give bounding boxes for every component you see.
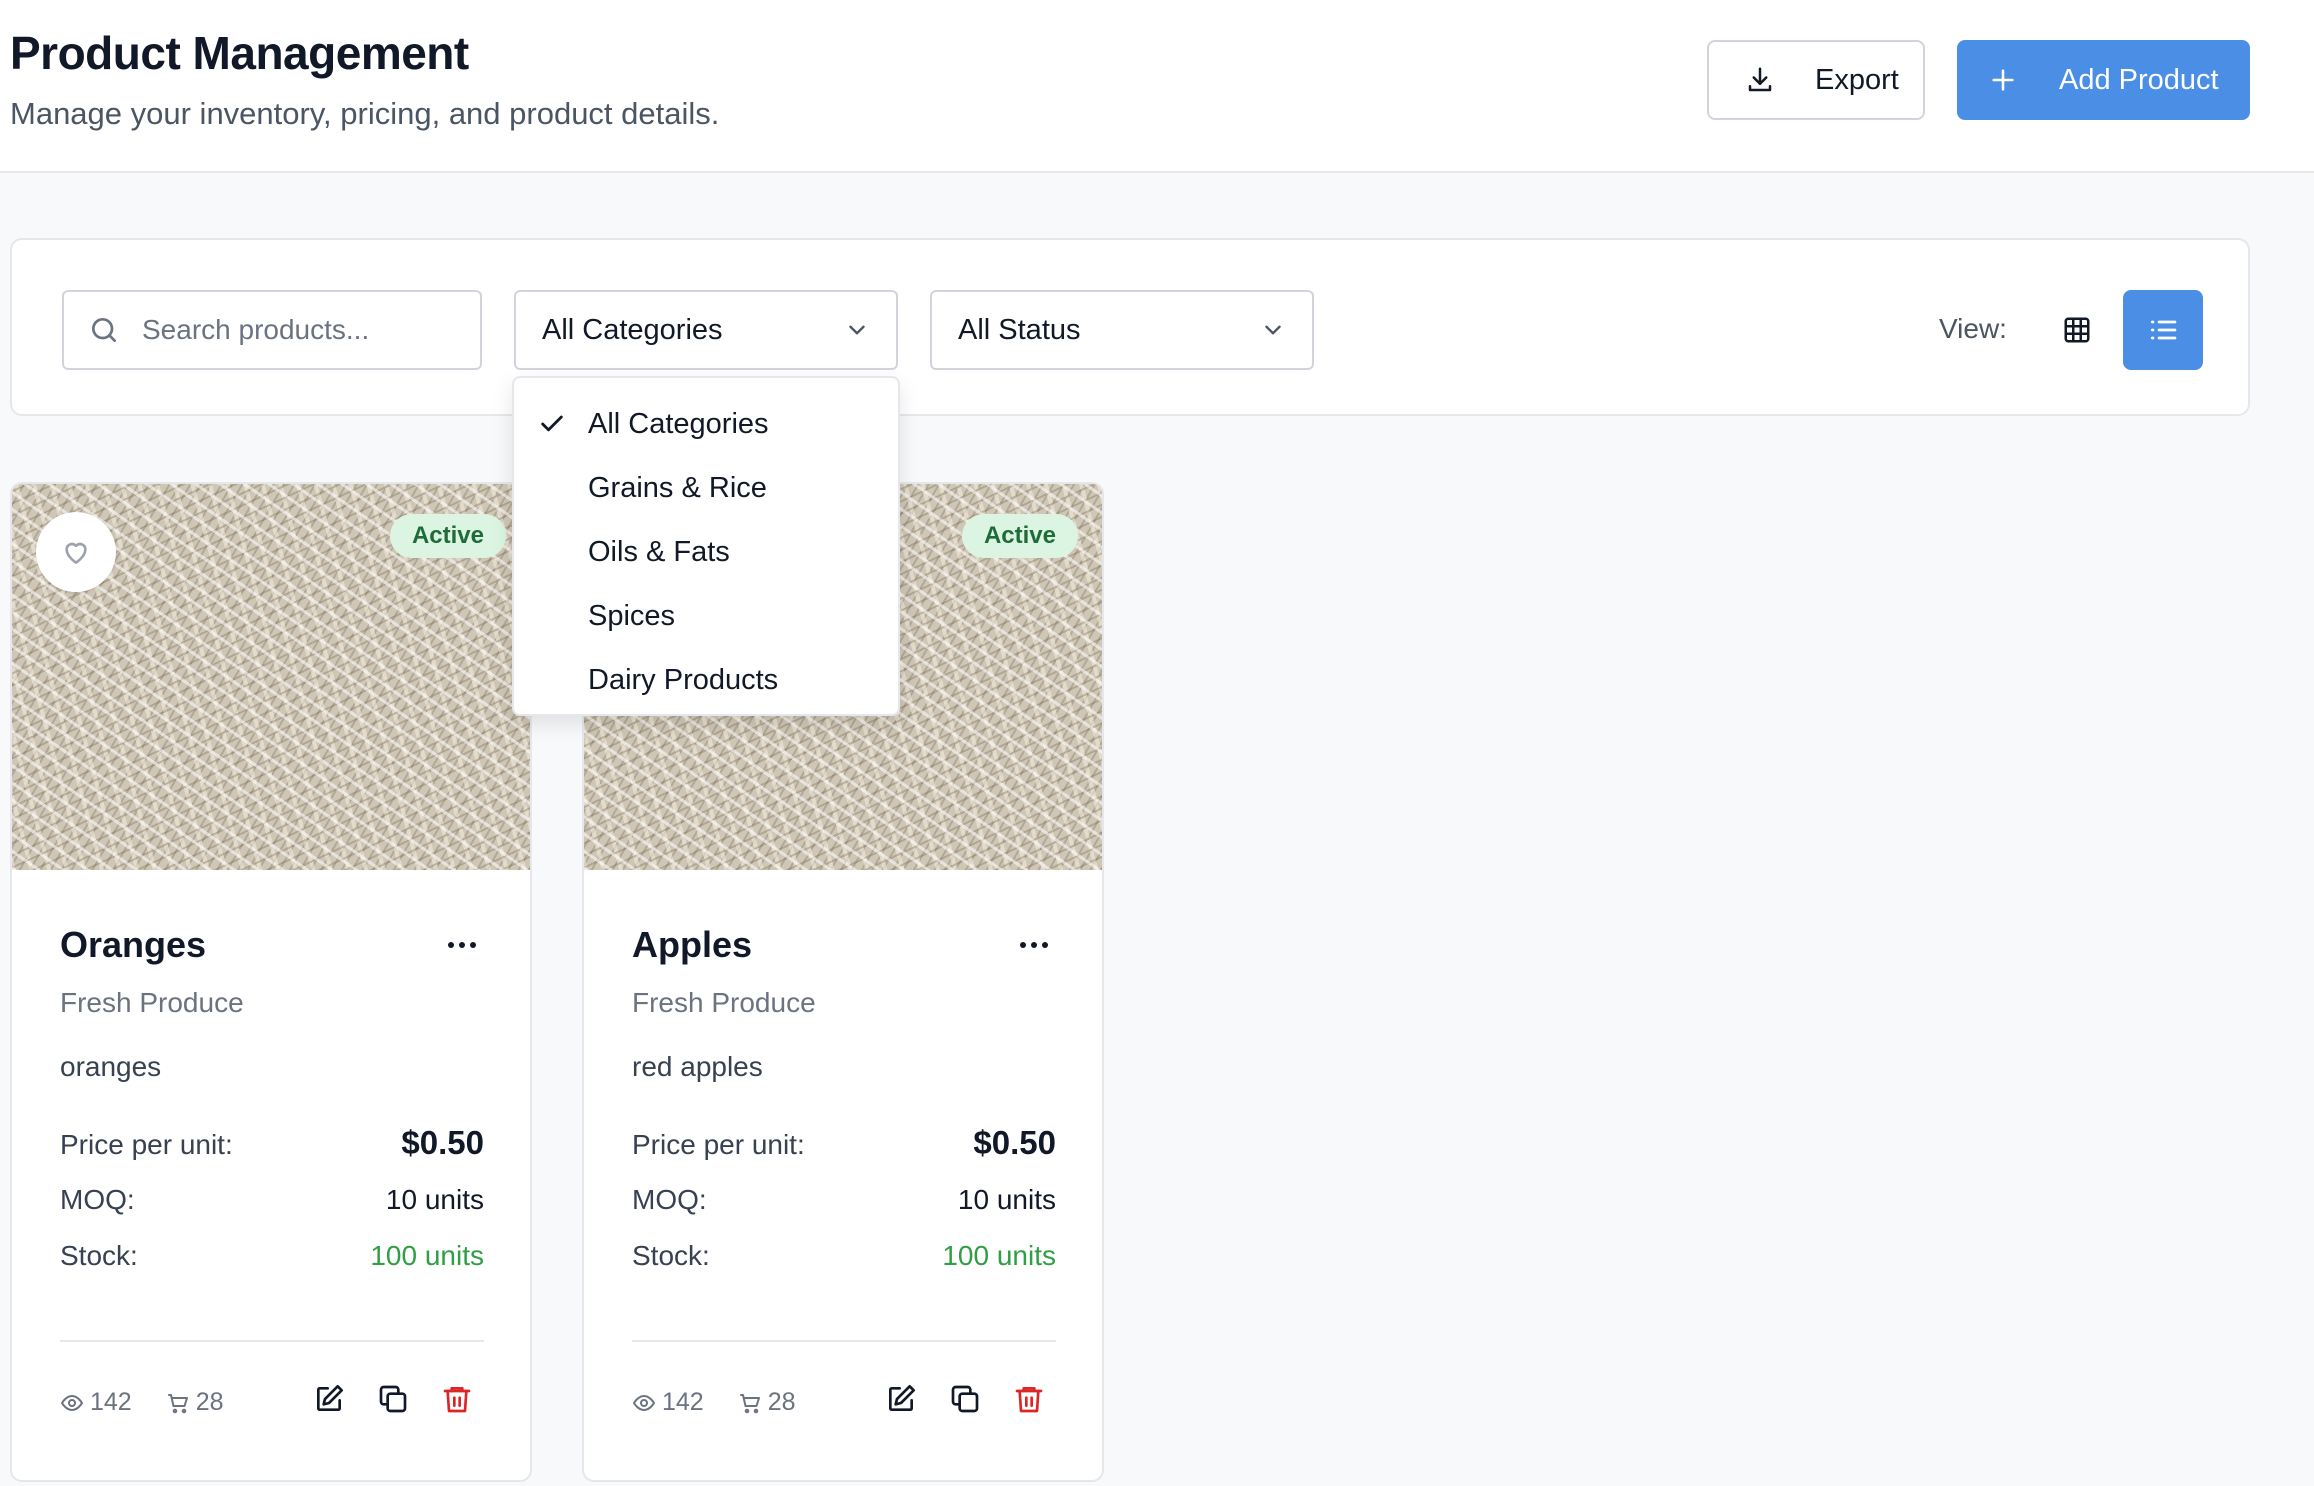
search-icon [92,318,116,342]
filter-panel: All Categories All Status View: [10,238,2250,416]
grid-icon [2064,317,2090,343]
search-input[interactable] [142,314,462,346]
product-name: Apples [632,924,753,965]
plus-icon [1992,69,2014,91]
price-label: Price per unit: [632,1129,805,1160]
moq-row: MOQ: 10 units [60,1184,484,1216]
orders-stat: 28 [166,1388,224,1417]
product-name: Oranges [60,924,207,965]
product-category: Fresh Produce [60,987,244,1018]
price-value: $0.50 [401,1124,484,1161]
category-select[interactable]: All Categories [514,290,898,370]
orders-count: 28 [195,1388,224,1416]
page-subtitle: Manage your inventory, pricing, and prod… [10,96,720,131]
moq-value: 10 units [957,1184,1056,1215]
grid-view-button[interactable] [2042,290,2112,370]
orders-count: 28 [767,1388,796,1416]
product-stats: 142 28 [632,1388,822,1417]
stock-label: Stock: [632,1240,710,1271]
check-icon [541,415,563,432]
category-select-value: All Categories [542,313,723,346]
page-header: Product Management Manage your inventory… [0,0,2314,173]
edit-icon [317,1385,343,1411]
views-count: 142 [90,1388,132,1416]
dropdown-option-label: All Categories [588,407,769,440]
card-actions [312,1382,474,1416]
dropdown-option-label: Oils & Fats [588,535,730,568]
product-description: oranges [60,1051,162,1082]
stock-row: Stock: 100 units [60,1240,484,1272]
dropdown-option-spices[interactable]: Spices [514,584,898,648]
stock-value: 100 units [942,1240,1056,1271]
status-badge: Active [961,514,1078,558]
dropdown-option-all-categories[interactable]: All Categories [514,392,898,456]
price-row: Price per unit: $0.50 [60,1124,484,1162]
edit-button[interactable] [884,1382,918,1416]
list-view-button[interactable] [2123,290,2203,370]
stock-value: 100 units [370,1240,484,1271]
export-label: Export [1815,63,1899,96]
stock-row: Stock: 100 units [632,1240,1056,1272]
moq-row: MOQ: 10 units [632,1184,1056,1216]
card-divider [632,1340,1056,1342]
add-product-button[interactable]: Add Product [1957,40,2250,120]
duplicate-button[interactable] [948,1382,982,1416]
moq-label: MOQ: [60,1184,135,1215]
dropdown-option-label: Grains & Rice [588,471,767,504]
more-options-button[interactable] [442,930,482,960]
price-label: Price per unit: [60,1129,233,1160]
product-stats: 142 28 [60,1388,250,1417]
eye-icon [632,1394,656,1411]
status-select-value: All Status [958,313,1081,346]
product-description: red apples [632,1051,763,1082]
page-title: Product Management [10,27,469,79]
cart-icon [739,1393,760,1413]
edit-icon [889,1385,915,1411]
moq-value: 10 units [385,1184,484,1215]
price-row: Price per unit: $0.50 [632,1124,1056,1162]
card-actions [884,1382,1046,1416]
category-dropdown-menu: All Categories Grains & Rice Oils & Fats… [512,376,900,716]
dropdown-option-dairy-products[interactable]: Dairy Products [514,648,898,712]
dropdown-option-label: Dairy Products [588,663,779,696]
views-stat: 142 [60,1388,132,1417]
moq-label: MOQ: [632,1184,707,1215]
heart-icon [65,542,87,564]
search-box[interactable] [62,290,482,370]
add-product-label: Add Product [2059,63,2219,96]
views-stat: 142 [632,1388,704,1417]
favorite-button[interactable] [36,512,116,592]
stock-label: Stock: [60,1240,138,1271]
edit-button[interactable] [312,1382,346,1416]
orders-stat: 28 [738,1388,796,1417]
card-divider [60,1340,484,1342]
view-label: View: [1939,313,2007,344]
product-category: Fresh Produce [632,987,816,1018]
price-value: $0.50 [973,1124,1056,1161]
cart-icon [167,1393,188,1413]
list-icon [2151,320,2177,340]
trash-icon [443,1387,471,1413]
more-horizontal-icon [1020,942,1048,948]
delete-button[interactable] [1012,1382,1046,1416]
dropdown-option-oils-fats[interactable]: Oils & Fats [514,520,898,584]
status-select[interactable]: All Status [930,290,1314,370]
download-icon [1748,67,1772,92]
trash-icon [1015,1387,1043,1413]
chevron-down-icon [849,325,865,335]
copy-icon [379,1385,407,1413]
delete-button[interactable] [440,1382,474,1416]
copy-icon [951,1385,979,1413]
views-count: 142 [662,1388,704,1416]
eye-icon [60,1394,84,1411]
duplicate-button[interactable] [376,1382,410,1416]
product-card[interactable]: Active Oranges Fresh Produce oranges Pri… [10,482,532,1482]
export-button[interactable]: Export [1707,40,1925,120]
dropdown-option-grains-rice[interactable]: Grains & Rice [514,456,898,520]
status-badge: Active [389,514,506,558]
more-horizontal-icon [448,942,476,948]
chevron-down-icon [1265,325,1281,335]
more-options-button[interactable] [1014,930,1054,960]
dropdown-option-label: Spices [588,599,676,632]
